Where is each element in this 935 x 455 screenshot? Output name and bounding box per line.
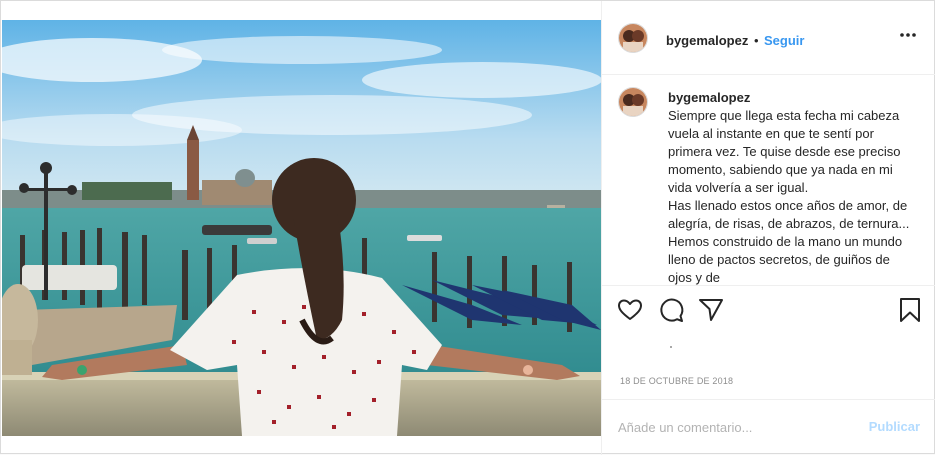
- caption-username[interactable]: bygemalopez: [668, 90, 750, 105]
- caption-avatar-image: [619, 88, 647, 116]
- more-horizontal-icon[interactable]: [898, 25, 918, 45]
- comment-icon[interactable]: [657, 296, 685, 324]
- heart-icon[interactable]: [616, 296, 644, 324]
- post-header: bygemalopez • Seguir: [602, 1, 935, 75]
- post-side-panel: bygemalopez • Seguir bygemalopez Siempre…: [601, 1, 935, 455]
- action-bar: [602, 285, 935, 335]
- avatar-image: [619, 24, 647, 52]
- post-photo[interactable]: [2, 20, 601, 436]
- venice-photo-illustration: [2, 20, 601, 436]
- caption-paragraph: Siempre que llega esta fecha mi cabeza v…: [668, 108, 901, 195]
- likes-placeholder: [670, 346, 672, 348]
- paper-plane-icon[interactable]: [697, 296, 725, 324]
- caption-paragraph: Has llenado estos once años de amor, de …: [668, 198, 910, 285]
- header-username[interactable]: bygemalopez: [666, 33, 748, 48]
- instagram-post: bygemalopez • Seguir bygemalopez Siempre…: [0, 0, 935, 455]
- comment-input[interactable]: [618, 414, 848, 440]
- follow-button[interactable]: Seguir: [764, 33, 804, 48]
- bookmark-icon[interactable]: [896, 296, 924, 324]
- separator-dot: •: [754, 33, 759, 48]
- avatar[interactable]: [618, 23, 648, 53]
- caption-avatar[interactable]: [618, 87, 648, 117]
- publish-button[interactable]: Publicar: [869, 419, 920, 434]
- comment-bar: Publicar: [602, 399, 935, 454]
- caption-text: Siempre que llega esta fecha mi cabeza v…: [668, 107, 916, 285]
- post-date[interactable]: 18 DE OCTUBRE DE 2018: [620, 376, 733, 386]
- caption-area: bygemalopez Siempre que llega esta fecha…: [602, 75, 935, 285]
